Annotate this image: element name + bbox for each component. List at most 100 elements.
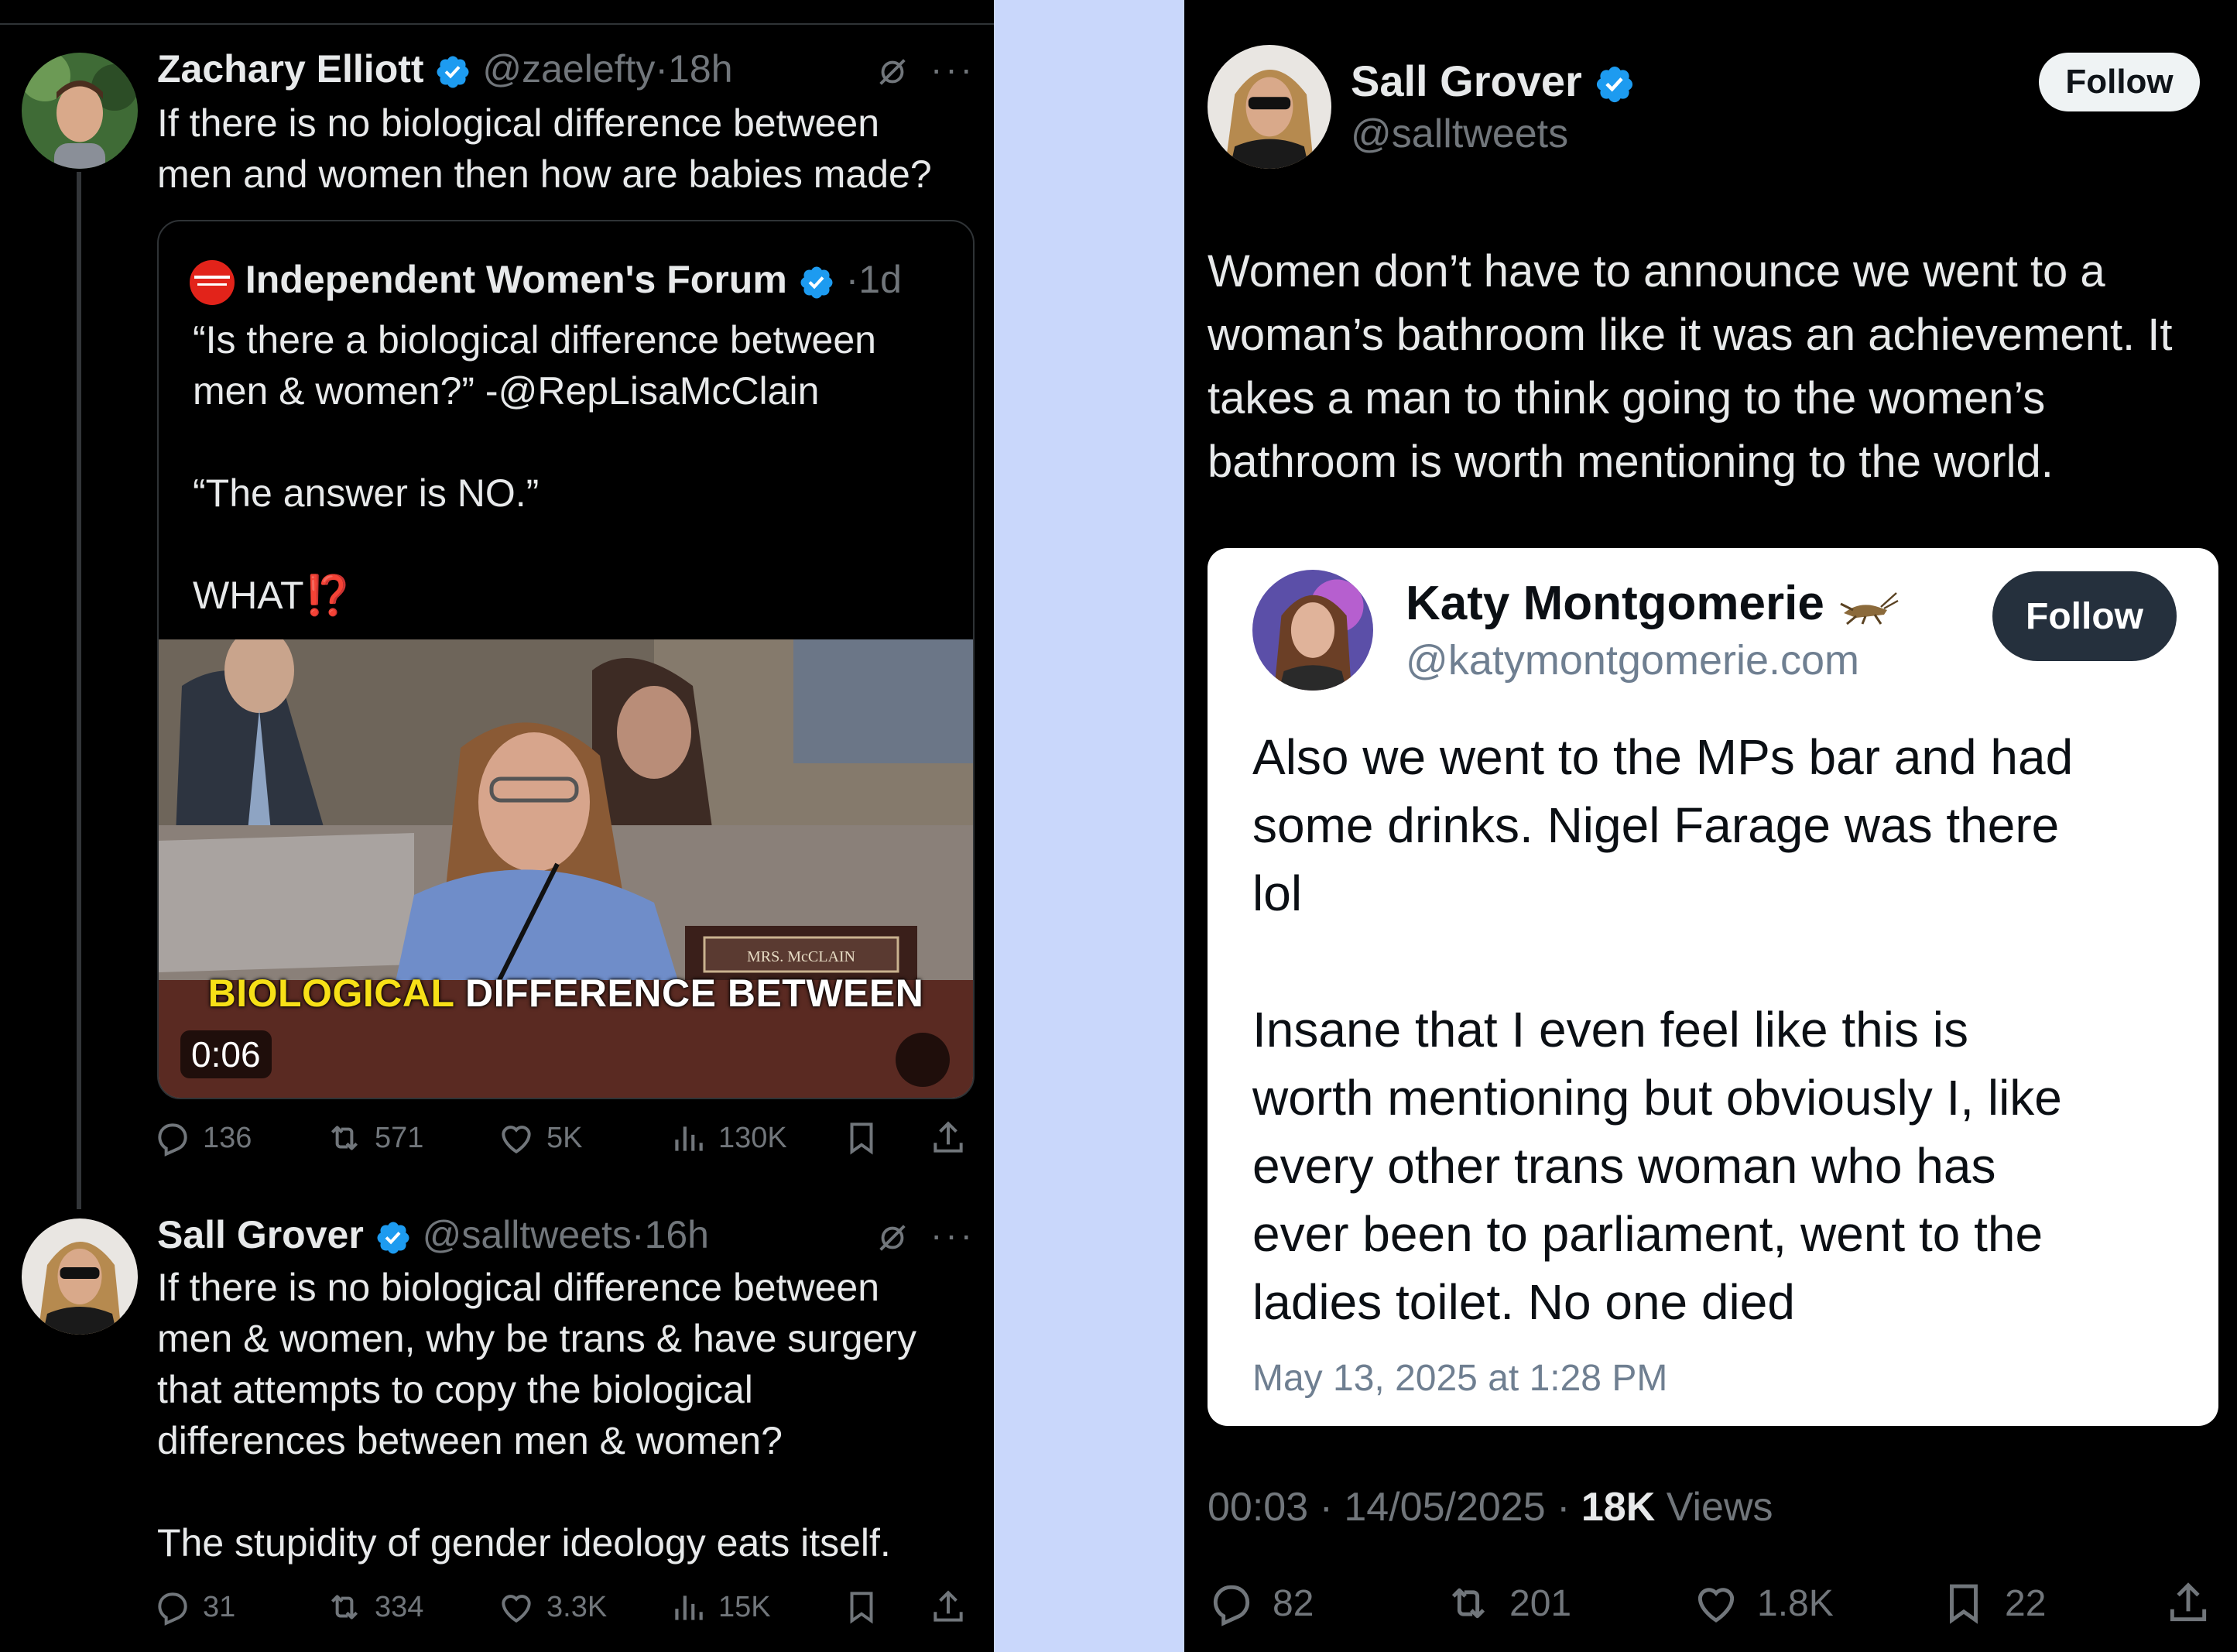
like-count: 1.8K xyxy=(1757,1582,1834,1624)
exclamation-question-emoji: ⁉️ xyxy=(303,574,352,617)
reply-icon xyxy=(153,1119,192,1157)
share-icon xyxy=(929,1588,968,1626)
reply-icon xyxy=(153,1588,192,1626)
bookmark-button[interactable] xyxy=(842,1584,881,1630)
author-handle[interactable]: @zaelefty xyxy=(482,47,655,91)
avatar-sall-grover[interactable] xyxy=(22,1218,138,1335)
views-chart-icon xyxy=(669,1588,707,1626)
views-label: Views xyxy=(1666,1485,1773,1530)
caption-highlight: BIOLOGICAL xyxy=(207,972,454,1015)
repost-button[interactable]: 334 xyxy=(325,1584,423,1630)
share-button[interactable] xyxy=(929,1584,968,1630)
views-count: 130K xyxy=(718,1121,787,1154)
embedded-author-name-text: Katy Montgomerie xyxy=(1406,577,1824,630)
top-divider xyxy=(0,23,994,25)
embedded-post-date: May 13, 2025 at 1:28 PM xyxy=(1252,1358,1668,1399)
repost-icon xyxy=(1444,1579,1492,1627)
quoted-time: 1d xyxy=(858,258,902,301)
quoted-text-body: “Is there a biological difference betwee… xyxy=(193,318,876,617)
share-button[interactable] xyxy=(2164,1576,2212,1630)
tweet-time[interactable]: 18h xyxy=(668,47,732,91)
author-name[interactable]: Zachary Elliott xyxy=(157,47,424,91)
tweet-metadata: 00:03 · 14/05/2025 · 18K Views xyxy=(1208,1484,1773,1530)
mute-toggle-button[interactable] xyxy=(896,1033,950,1087)
avatar-zachary-elliott[interactable] xyxy=(22,53,138,169)
quoted-tweet-card[interactable]: Independent Women's Forum ·1d “Is there … xyxy=(157,220,975,1099)
verified-badge-icon xyxy=(434,53,471,91)
verified-badge-icon xyxy=(798,264,835,301)
verified-badge-icon xyxy=(375,1219,412,1256)
follow-button[interactable]: Follow xyxy=(2039,53,2200,111)
bookmark-button[interactable] xyxy=(842,1115,881,1161)
tweet-time[interactable]: 16h xyxy=(645,1213,709,1256)
repost-icon xyxy=(325,1119,364,1157)
right-screenshot-panel: Sall Grover @salltweets Follow Women don… xyxy=(1184,0,2237,1652)
reply-icon xyxy=(1208,1579,1256,1627)
tweet1-header: Zachary Elliott @zaelefty·18h xyxy=(157,43,733,94)
reply-button[interactable]: 82 xyxy=(1208,1576,1314,1630)
reply-button[interactable]: 31 xyxy=(153,1584,235,1630)
repost-count: 334 xyxy=(375,1590,424,1623)
separator-dot: · xyxy=(631,1213,645,1256)
post-date[interactable]: 14/05/2025 xyxy=(1344,1485,1545,1530)
bookmark-count: 22 xyxy=(2005,1582,2047,1624)
reply-button[interactable]: 136 xyxy=(153,1115,252,1161)
separator-dot: · xyxy=(655,47,669,91)
bookmark-icon xyxy=(842,1588,881,1626)
like-count: 5K xyxy=(546,1121,583,1154)
post-time[interactable]: 00:03 xyxy=(1208,1485,1308,1530)
like-button[interactable]: 3.3K xyxy=(497,1584,607,1630)
tweet1-action-bar: 136 571 5K 130K xyxy=(153,1115,977,1161)
author-handle[interactable]: @salltweets xyxy=(423,1213,632,1256)
tweet1-text: If there is no biological difference bet… xyxy=(157,101,932,196)
separator-dot: · xyxy=(1319,1485,1333,1530)
avatar-sall-grover[interactable] xyxy=(1208,45,1331,169)
views-count: 15K xyxy=(718,1590,771,1623)
quoted-tweet-header: Independent Women's Forum ·1d xyxy=(190,254,902,305)
quoted-author-name[interactable]: Independent Women's Forum xyxy=(245,258,787,301)
heart-icon xyxy=(497,1119,536,1157)
grok-icon[interactable] xyxy=(875,1220,910,1256)
heart-icon xyxy=(1692,1579,1740,1627)
reply-count: 31 xyxy=(203,1590,236,1623)
like-count: 3.3K xyxy=(546,1590,608,1623)
author-name[interactable]: Sall Grover xyxy=(1351,57,1582,105)
quoted-tweet-text: “Is there a biological difference betwee… xyxy=(193,314,951,621)
video-player[interactable]: MRS. McCLAIN BIOLOGICAL DIFFERENCE BETWE… xyxy=(159,639,973,1098)
views-button[interactable]: 15K xyxy=(669,1584,771,1630)
more-options-icon[interactable]: ··· xyxy=(930,48,975,90)
bookmark-icon xyxy=(842,1119,881,1157)
separator-dot: · xyxy=(845,258,859,301)
bookmark-button[interactable]: 22 xyxy=(1940,1576,2046,1630)
tweet-text: Women don’t have to announce we went to … xyxy=(1208,246,2173,487)
cricket-icon xyxy=(1840,591,1899,625)
embedded-screenshot-card: Katy Montgomerie @katymontgomerie.com Fo… xyxy=(1208,548,2218,1426)
bookmark-icon xyxy=(1940,1579,1988,1627)
tweet-action-bar: 82 201 1.8K 22 xyxy=(1208,1576,2214,1630)
thread-connector-line xyxy=(77,172,81,1209)
repost-button[interactable]: 571 xyxy=(325,1115,423,1161)
more-options-icon[interactable]: ··· xyxy=(930,1214,975,1256)
share-button[interactable] xyxy=(929,1115,968,1161)
repost-button[interactable]: 201 xyxy=(1444,1576,1571,1630)
heart-icon xyxy=(497,1588,536,1626)
like-button[interactable]: 1.8K xyxy=(1692,1576,1834,1630)
author-name-row: Sall Grover xyxy=(1351,54,1636,108)
views-button[interactable]: 130K xyxy=(669,1115,787,1161)
video-timer: 0:06 xyxy=(180,1030,272,1078)
repost-count: 571 xyxy=(375,1121,424,1154)
embedded-post-text: Also we went to the MPs bar and had some… xyxy=(1252,729,2074,1330)
author-name[interactable]: Sall Grover xyxy=(157,1213,364,1256)
share-icon xyxy=(2164,1579,2212,1627)
speaker-muted-icon xyxy=(896,1033,973,1098)
grok-icon[interactable] xyxy=(875,54,910,90)
nameplate-text: MRS. McCLAIN xyxy=(747,948,855,965)
avatar-katy-montgomerie xyxy=(1252,570,1373,691)
like-button[interactable]: 5K xyxy=(497,1115,582,1161)
left-screenshot-panel: Zachary Elliott @zaelefty·18h ··· If the… xyxy=(0,0,994,1652)
verified-badge-icon xyxy=(1594,63,1636,105)
repost-icon xyxy=(325,1588,364,1626)
reply-count: 82 xyxy=(1273,1582,1314,1624)
author-handle[interactable]: @salltweets xyxy=(1351,108,1568,159)
iwf-logo-avatar xyxy=(190,259,235,305)
